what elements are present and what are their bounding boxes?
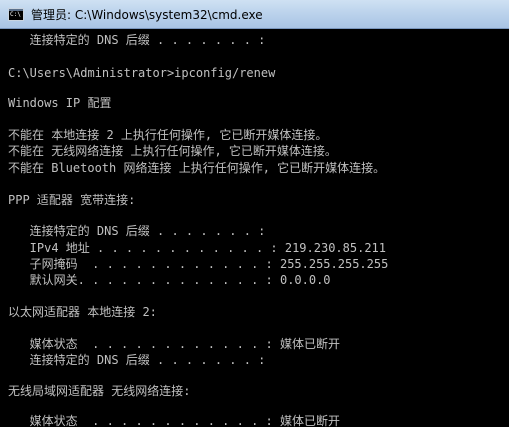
console-line: 不能在 Bluetooth 网络连接 上执行任何操作, 它已断开媒体连接。 [8, 161, 386, 175]
console-line: 连接特定的 DNS 后缀 . . . . . . . : [8, 224, 266, 238]
cmd-icon[interactable]: C:\ [8, 8, 24, 21]
console-output[interactable]: 连接特定的 DNS 后缀 . . . . . . . : C:\Users\Ad… [0, 29, 509, 427]
console-line: 以太网适配器 本地连接 2: [8, 305, 157, 319]
console-line: Windows IP 配置 [8, 96, 112, 110]
console-line: 连接特定的 DNS 后缀 . . . . . . . : [8, 353, 266, 367]
console-line: 无线局域网适配器 无线网络连接: [8, 384, 191, 398]
console-line: PPP 适配器 宽带连接: [8, 193, 136, 207]
console-line: C:\Users\Administrator>ipconfig/renew [8, 66, 276, 80]
console-line: 默认网关. . . . . . . . . . . . . : 0.0.0.0 [8, 273, 331, 287]
window-title: 管理员: C:\Windows\system32\cmd.exe [31, 8, 263, 22]
console-line: 不能在 无线网络连接 上执行任何操作, 它已断开媒体连接。 [8, 144, 337, 158]
console-line: 连接特定的 DNS 后缀 . . . . . . . : [8, 33, 266, 47]
console-line: 媒体状态 . . . . . . . . . . . . : 媒体已断开 [8, 414, 340, 427]
title-bar[interactable]: C:\ 管理员: C:\Windows\system32\cmd.exe [0, 0, 509, 29]
cmd-window: C:\ 管理员: C:\Windows\system32\cmd.exe 连接特… [0, 0, 509, 427]
